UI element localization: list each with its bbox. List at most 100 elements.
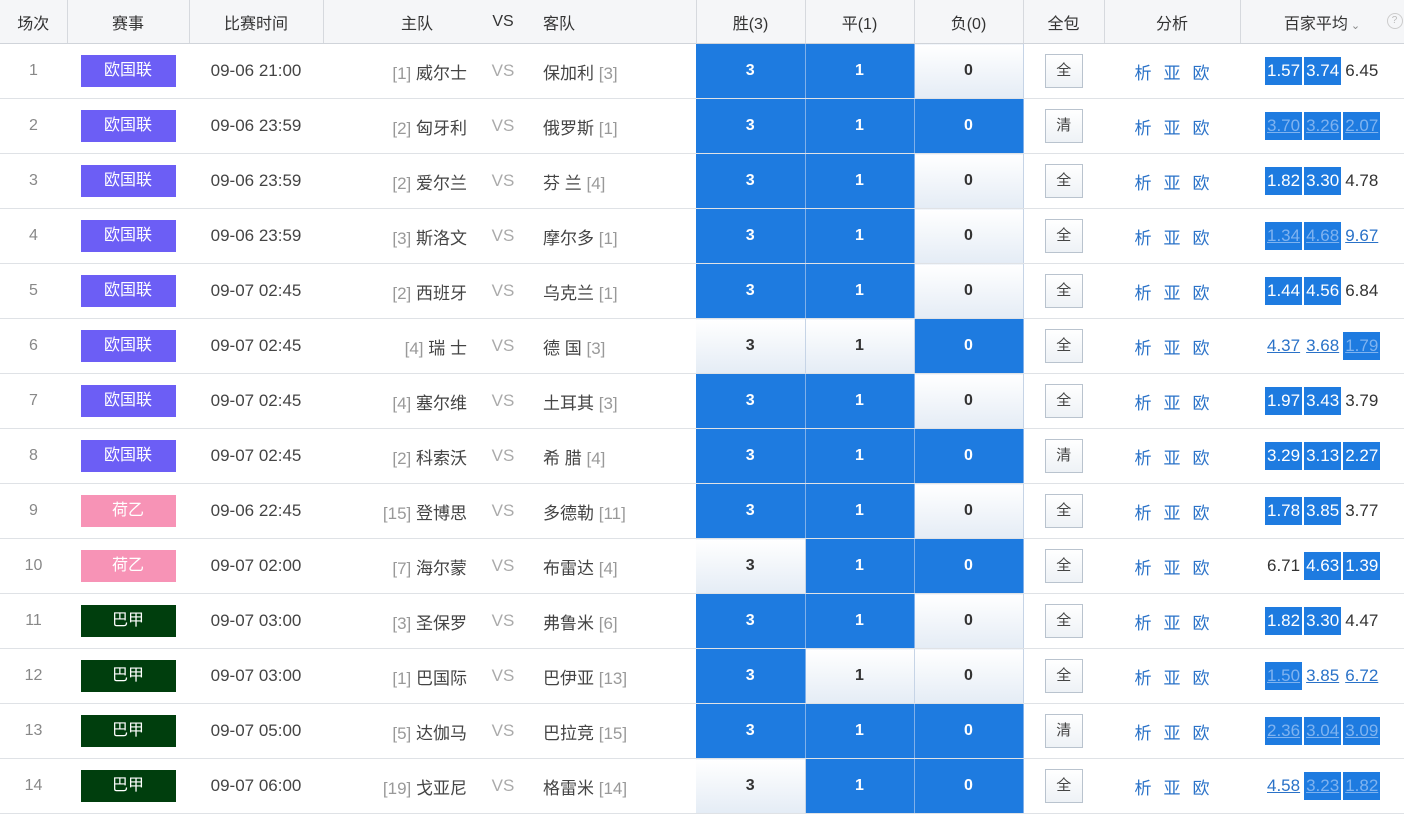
asia-odds-link[interactable]: 亚 bbox=[1164, 394, 1181, 413]
pick-win[interactable]: 3 bbox=[696, 318, 806, 374]
league-badge[interactable]: 欧国联 bbox=[80, 330, 176, 362]
away-team-name[interactable]: 俄罗斯 bbox=[543, 119, 594, 138]
odds-value[interactable]: 3.09 bbox=[1343, 717, 1381, 745]
all-button[interactable]: 清 bbox=[1044, 714, 1083, 748]
away-team-name[interactable]: 多德勒 bbox=[543, 504, 594, 523]
analysis-link[interactable]: 析 bbox=[1135, 394, 1152, 413]
chevron-down-icon[interactable]: ⌄ bbox=[1351, 20, 1360, 32]
euro-odds-link[interactable]: 欧 bbox=[1193, 339, 1210, 358]
header-avg-odds[interactable]: 百家平均 ⌄ ? bbox=[1240, 0, 1404, 44]
odds-value[interactable]: 4.37 bbox=[1265, 332, 1302, 360]
pick-win[interactable]: 3 bbox=[696, 703, 806, 759]
all-button[interactable]: 全 bbox=[1044, 164, 1083, 198]
pick-loss[interactable]: 0 bbox=[914, 648, 1024, 704]
pick-win[interactable]: 3 bbox=[696, 428, 806, 484]
asia-odds-link[interactable]: 亚 bbox=[1164, 614, 1181, 633]
all-button[interactable]: 全 bbox=[1044, 549, 1083, 583]
pick-draw[interactable]: 1 bbox=[805, 318, 915, 374]
odds-value[interactable]: 4.68 bbox=[1304, 222, 1342, 250]
home-team-name[interactable]: 爱尔兰 bbox=[416, 174, 467, 193]
all-button[interactable]: 全 bbox=[1044, 494, 1083, 528]
pick-win[interactable]: 3 bbox=[696, 98, 806, 154]
analysis-link[interactable]: 析 bbox=[1135, 284, 1152, 303]
away-team-name[interactable]: 布雷达 bbox=[543, 559, 594, 578]
odds-value[interactable]: 3.85 bbox=[1304, 662, 1341, 690]
asia-odds-link[interactable]: 亚 bbox=[1164, 504, 1181, 523]
home-team-name[interactable]: 达伽马 bbox=[416, 724, 467, 743]
odds-value[interactable]: 6.72 bbox=[1343, 662, 1380, 690]
pick-loss[interactable]: 0 bbox=[914, 98, 1024, 154]
analysis-link[interactable]: 析 bbox=[1135, 449, 1152, 468]
away-team-name[interactable]: 保加利 bbox=[543, 64, 594, 83]
pick-loss[interactable]: 0 bbox=[914, 428, 1024, 484]
euro-odds-link[interactable]: 欧 bbox=[1193, 229, 1210, 248]
analysis-link[interactable]: 析 bbox=[1135, 64, 1152, 83]
pick-draw[interactable]: 1 bbox=[805, 428, 915, 484]
asia-odds-link[interactable]: 亚 bbox=[1164, 64, 1181, 83]
league-badge[interactable]: 荷乙 bbox=[80, 550, 176, 582]
pick-draw[interactable]: 1 bbox=[805, 483, 915, 539]
euro-odds-link[interactable]: 欧 bbox=[1193, 284, 1210, 303]
league-badge[interactable]: 欧国联 bbox=[80, 385, 176, 417]
pick-loss[interactable]: 0 bbox=[914, 208, 1024, 264]
asia-odds-link[interactable]: 亚 bbox=[1164, 119, 1181, 138]
pick-win[interactable]: 3 bbox=[696, 483, 806, 539]
asia-odds-link[interactable]: 亚 bbox=[1164, 174, 1181, 193]
odds-value[interactable]: 3.23 bbox=[1304, 772, 1342, 800]
league-badge[interactable]: 巴甲 bbox=[80, 605, 176, 637]
asia-odds-link[interactable]: 亚 bbox=[1164, 339, 1181, 358]
all-button[interactable]: 全 bbox=[1044, 329, 1083, 363]
pick-draw[interactable]: 1 bbox=[805, 43, 915, 99]
pick-loss[interactable]: 0 bbox=[914, 483, 1024, 539]
all-button[interactable]: 全 bbox=[1044, 274, 1083, 308]
odds-value[interactable]: 2.07 bbox=[1343, 112, 1381, 140]
odds-value[interactable]: 1.50 bbox=[1265, 662, 1303, 690]
euro-odds-link[interactable]: 欧 bbox=[1193, 614, 1210, 633]
home-team-name[interactable]: 戈亚尼 bbox=[416, 779, 467, 798]
pick-win[interactable]: 3 bbox=[696, 373, 806, 429]
asia-odds-link[interactable]: 亚 bbox=[1164, 284, 1181, 303]
all-button[interactable]: 全 bbox=[1044, 219, 1083, 253]
home-team-name[interactable]: 海尔蒙 bbox=[416, 559, 467, 578]
odds-value[interactable]: 9.67 bbox=[1343, 222, 1380, 250]
euro-odds-link[interactable]: 欧 bbox=[1193, 504, 1210, 523]
pick-draw[interactable]: 1 bbox=[805, 703, 915, 759]
asia-odds-link[interactable]: 亚 bbox=[1164, 779, 1181, 798]
league-badge[interactable]: 巴甲 bbox=[80, 660, 176, 692]
odds-value[interactable]: 1.82 bbox=[1343, 772, 1381, 800]
odds-value[interactable]: 2.36 bbox=[1265, 717, 1303, 745]
pick-draw[interactable]: 1 bbox=[805, 98, 915, 154]
asia-odds-link[interactable]: 亚 bbox=[1164, 229, 1181, 248]
all-button[interactable]: 清 bbox=[1044, 109, 1083, 143]
pick-win[interactable]: 3 bbox=[696, 648, 806, 704]
pick-draw[interactable]: 1 bbox=[805, 373, 915, 429]
pick-loss[interactable]: 0 bbox=[914, 43, 1024, 99]
pick-loss[interactable]: 0 bbox=[914, 373, 1024, 429]
pick-loss[interactable]: 0 bbox=[914, 318, 1024, 374]
euro-odds-link[interactable]: 欧 bbox=[1193, 119, 1210, 138]
analysis-link[interactable]: 析 bbox=[1135, 174, 1152, 193]
euro-odds-link[interactable]: 欧 bbox=[1193, 449, 1210, 468]
away-team-name[interactable]: 土耳其 bbox=[543, 394, 594, 413]
all-button[interactable]: 全 bbox=[1044, 659, 1083, 693]
all-button[interactable]: 全 bbox=[1044, 604, 1083, 638]
pick-win[interactable]: 3 bbox=[696, 263, 806, 319]
away-team-name[interactable]: 乌克兰 bbox=[543, 284, 594, 303]
analysis-link[interactable]: 析 bbox=[1135, 779, 1152, 798]
question-icon[interactable]: ? bbox=[1386, 13, 1403, 29]
league-badge[interactable]: 欧国联 bbox=[80, 165, 176, 197]
analysis-link[interactable]: 析 bbox=[1135, 724, 1152, 743]
league-badge[interactable]: 欧国联 bbox=[80, 275, 176, 307]
analysis-link[interactable]: 析 bbox=[1135, 229, 1152, 248]
pick-draw[interactable]: 1 bbox=[805, 648, 915, 704]
pick-loss[interactable]: 0 bbox=[914, 153, 1024, 209]
pick-loss[interactable]: 0 bbox=[914, 758, 1024, 814]
home-team-name[interactable]: 科索沃 bbox=[416, 449, 467, 468]
all-button[interactable]: 清 bbox=[1044, 439, 1083, 473]
pick-draw[interactable]: 1 bbox=[805, 593, 915, 649]
euro-odds-link[interactable]: 欧 bbox=[1193, 779, 1210, 798]
asia-odds-link[interactable]: 亚 bbox=[1164, 559, 1181, 578]
analysis-link[interactable]: 析 bbox=[1135, 339, 1152, 358]
analysis-link[interactable]: 析 bbox=[1135, 559, 1152, 578]
pick-draw[interactable]: 1 bbox=[805, 758, 915, 814]
